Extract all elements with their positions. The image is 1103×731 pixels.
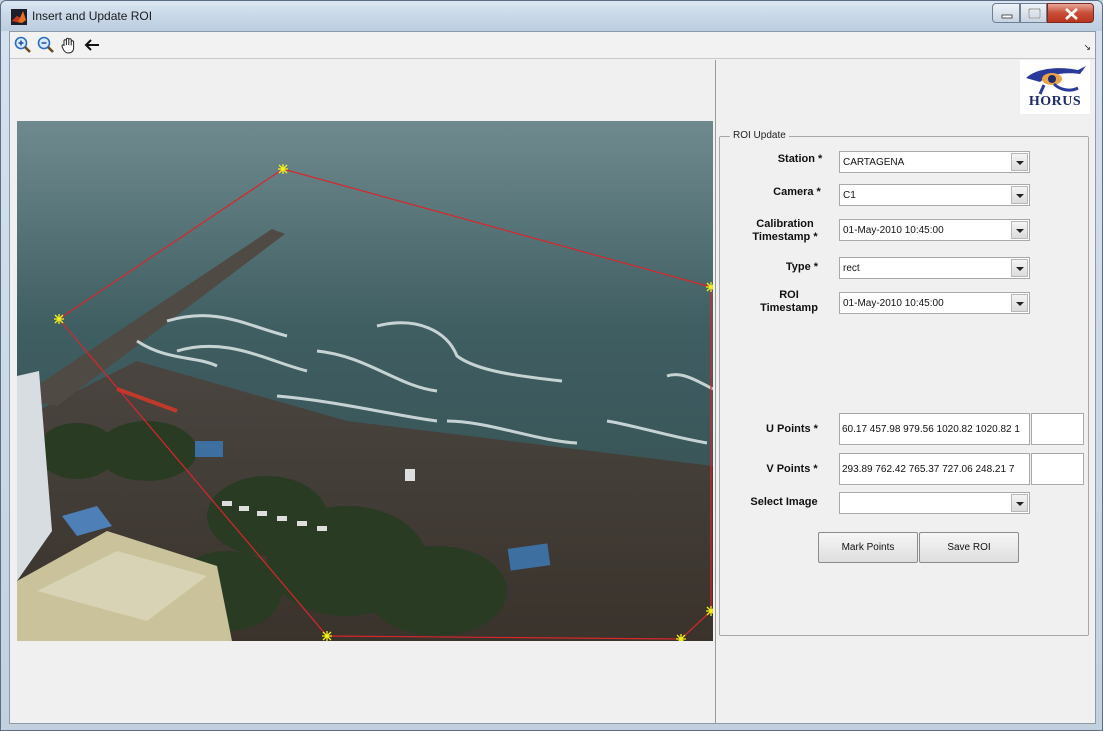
matlab-icon [11,9,27,25]
camera-select[interactable]: C1 [839,184,1030,206]
maximize-button[interactable] [1020,3,1047,23]
select-image-label: Select Image [750,496,818,508]
u-points-label: U Points * [766,423,818,435]
mark-points-button[interactable]: Mark Points [818,532,918,563]
roi-timestamp-value: 01-May-2010 10:45:00 [843,298,944,309]
chevron-down-icon[interactable] [1011,186,1028,204]
u-points-value: 60.17 457.98 979.56 1020.82 1020.82 1 [842,424,1020,435]
beach-photo [17,121,713,641]
minimize-button[interactable] [992,3,1020,23]
roi-update-group: ROI Update Station * CARTAGENA Camera * … [719,130,1089,636]
pan-hand-icon[interactable] [59,35,79,55]
back-arrow-icon[interactable] [82,35,102,55]
u-points-extra-input[interactable] [1031,413,1084,445]
v-points-extra-input[interactable] [1031,453,1084,485]
type-select[interactable]: rect [839,257,1030,279]
horus-logo: HORUS [1020,60,1090,114]
type-label: Type * [785,261,819,273]
roi-timestamp-label: ROI Timestamp [750,289,828,315]
window-title: Insert and Update ROI [32,9,153,23]
calibration-timestamp-select[interactable]: 01-May-2010 10:45:00 [839,219,1030,241]
camera-value: C1 [843,190,856,201]
camera-label: Camera * [773,186,821,198]
title-bar[interactable]: Insert and Update ROI [1,1,1102,31]
station-select[interactable]: CARTAGENA [839,151,1030,173]
roi-timestamp-label-line1: ROI [779,289,799,301]
select-image-select[interactable] [839,492,1030,514]
calibration-label-line2: Timestamp * [752,231,818,243]
calibration-timestamp-label: Calibration Timestamp * [746,218,824,244]
control-panel: HORUS ROI Update Station * CARTAGENA Cam… [717,60,1095,723]
v-points-input[interactable]: 293.89 762.42 765.37 727.06 248.21 7 [839,453,1030,485]
chevron-down-icon[interactable] [1011,294,1028,312]
roi-timestamp-select[interactable]: 01-May-2010 10:45:00 [839,292,1030,314]
v-points-label: V Points * [766,463,818,475]
minimize-icon [1001,14,1013,19]
image-panel [10,60,716,723]
toolbar-dock-icon[interactable]: ↘ [1083,42,1091,53]
roi-timestamp-label-line2: Timestamp [760,302,818,314]
calibration-label-line1: Calibration [756,218,814,230]
chevron-down-icon[interactable] [1011,259,1028,277]
chevron-down-icon[interactable] [1011,153,1028,171]
station-value: CARTAGENA [843,157,905,168]
main-window: Insert and Update ROI ↘ HORUS ROI Update… [0,0,1103,731]
client-area: ↘ HORUS ROI Update Station * CARTAGENA C… [9,31,1096,724]
calibration-value: 01-May-2010 10:45:00 [843,225,944,236]
zoom-in-icon[interactable] [13,35,33,55]
type-value: rect [843,263,860,274]
close-icon [1065,8,1078,20]
figure-toolbar: ↘ [10,32,1095,59]
logo-text: HORUS [1028,94,1082,109]
camera-image[interactable] [17,121,713,641]
roi-update-title: ROI Update [730,130,789,141]
v-points-value: 293.89 762.42 765.37 727.06 248.21 7 [842,464,1015,475]
chevron-down-icon[interactable] [1011,494,1028,512]
chevron-down-icon[interactable] [1011,221,1028,239]
u-points-input[interactable]: 60.17 457.98 979.56 1020.82 1020.82 1 [839,413,1030,445]
station-label: Station * [777,153,823,165]
close-button[interactable] [1047,3,1094,23]
horus-eye-icon [1020,60,1090,96]
maximize-icon [1028,8,1041,19]
save-roi-button[interactable]: Save ROI [919,532,1019,563]
zoom-out-icon[interactable] [36,35,56,55]
